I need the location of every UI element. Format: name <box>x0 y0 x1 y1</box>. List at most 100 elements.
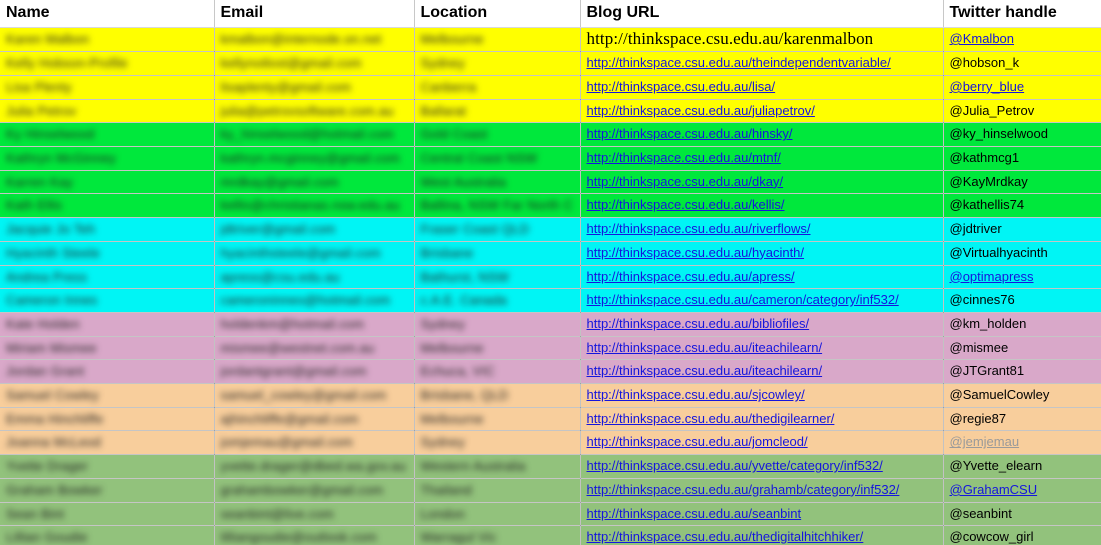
twitter-handle-link[interactable]: @SamuelCowley <box>950 387 1050 402</box>
cell-blog-url[interactable]: http://thinkspace.csu.edu.au/lisa/ <box>580 75 944 100</box>
table-row[interactable]: Jordan Grant jordantgrant@gmail.com Echuca… <box>0 359 1101 385</box>
table-row[interactable]: Kelly Hobson-Profile kellynotlost@gmail.c… <box>0 51 1101 76</box>
cell-twitter-handle[interactable]: @mismee <box>943 336 1101 361</box>
twitter-handle-link[interactable]: @regie87 <box>950 411 1007 426</box>
cell-twitter-handle[interactable]: @jemjemau <box>943 430 1101 456</box>
twitter-handle-link[interactable]: @kathmcg1 <box>950 150 1020 165</box>
cell-email[interactable]: grahambowker@gmail.com <box>214 478 415 503</box>
cell-twitter-handle[interactable]: @SamuelCowley <box>943 383 1101 408</box>
cell-blog-url[interactable]: http://thinkspace.csu.edu.au/jomcleod/ <box>580 430 944 456</box>
cell-email[interactable]: ky_hinselwood@hotmail.com <box>214 122 415 148</box>
cell-twitter-handle[interactable]: @jdtriver <box>943 217 1101 242</box>
blog-url-link[interactable]: http://thinkspace.csu.edu.au/mtnf/ <box>587 150 781 165</box>
cell-blog-url[interactable]: http://thinkspace.csu.edu.au/kellis/ <box>580 193 944 219</box>
table-row[interactable]: Miriam Mismee mismee@westnet.com.au Melbou… <box>0 336 1101 361</box>
twitter-handle-link[interactable]: @optimapress <box>950 269 1034 284</box>
cell-location[interactable]: Bathurst, NSW <box>414 265 581 290</box>
cell-email[interactable]: cameroninnes@hotmail.com <box>214 288 415 313</box>
cell-twitter-handle[interactable]: @Yvette_elearn <box>943 454 1101 479</box>
cell-email[interactable]: jordantgrant@gmail.com <box>214 359 415 385</box>
cell-location[interactable]: Melbourne <box>414 336 581 361</box>
blog-url-link[interactable]: http://thinkspace.csu.edu.au/cameron/cat… <box>587 292 899 307</box>
table-row[interactable]: Karren Kay mrdkay@gmail.com West Australia… <box>0 170 1101 195</box>
cell-twitter-handle[interactable]: @regie87 <box>943 407 1101 432</box>
cell-location[interactable]: Thailand <box>414 478 581 503</box>
cell-email[interactable]: lilliangoudie@outlook.com <box>214 525 415 545</box>
cell-email[interactable]: kathryn.mcginney@gmail.com <box>214 146 415 171</box>
blog-url-link[interactable]: http://thinkspace.csu.edu.au/riverflows/ <box>587 221 811 236</box>
twitter-handle-link[interactable]: @jdtriver <box>950 221 1002 236</box>
cell-name[interactable]: Kelly Hobson-Profile <box>0 51 215 76</box>
cell-twitter-handle[interactable]: @km_holden <box>943 312 1101 337</box>
cell-name[interactable]: Yvette Drager <box>0 454 215 479</box>
table-row[interactable]: Emma Hinchliffe ajhinchliffe@gmail.com Mel… <box>0 407 1101 432</box>
table-row[interactable]: Lisa Plenty lisaplenty@gmail.com Canberra h… <box>0 75 1101 100</box>
cell-email[interactable]: lisaplenty@gmail.com <box>214 75 415 100</box>
cell-blog-url[interactable]: http://thinkspace.csu.edu.au/karenmalbon <box>580 27 944 53</box>
cell-name[interactable]: Kathryn McGinney <box>0 146 215 171</box>
cell-email[interactable]: apress@csu.edu.au <box>214 265 415 290</box>
cell-email[interactable]: jdtriver@gmail.com <box>214 217 415 242</box>
blog-url-link[interactable]: http://thinkspace.csu.edu.au/dkay/ <box>587 174 784 189</box>
cell-location[interactable]: Warragul Vic <box>414 525 581 545</box>
cell-name[interactable]: Cameron Innes <box>0 288 215 313</box>
column-header-location[interactable]: Location <box>414 0 581 28</box>
table-row[interactable]: Julia Petrov julia@petrovsoftware.com.au B… <box>0 99 1101 124</box>
blog-url-link[interactable]: http://thinkspace.csu.edu.au/bibliofiles… <box>587 316 810 331</box>
table-row[interactable]: Samuel Cowley samuel_cowley@gmail.com Bris… <box>0 383 1101 408</box>
cell-twitter-handle[interactable]: @kathellis74 <box>943 193 1101 219</box>
cell-email[interactable]: jomjemau@gmail.com <box>214 430 415 456</box>
cell-name[interactable]: Emma Hinchliffe <box>0 407 215 432</box>
cell-blog-url[interactable]: http://thinkspace.csu.edu.au/apress/ <box>580 265 944 290</box>
cell-email[interactable]: mrdkay@gmail.com <box>214 170 415 195</box>
cell-twitter-handle[interactable]: @KayMrdkay <box>943 170 1101 195</box>
column-header-email[interactable]: Email <box>214 0 415 28</box>
cell-twitter-handle[interactable]: @Kmalbon <box>943 27 1101 53</box>
blog-url-link[interactable]: http://thinkspace.csu.edu.au/seanbint <box>587 506 802 521</box>
cell-twitter-handle[interactable]: @cowcow_girl <box>943 525 1101 545</box>
cell-location[interactable]: Sydney <box>414 51 581 76</box>
blog-url-link[interactable]: http://thinkspace.csu.edu.au/hinsky/ <box>587 126 793 141</box>
cell-email[interactable]: kmalbon@internode.on.net <box>214 27 415 53</box>
cell-twitter-handle[interactable]: @hobson_k <box>943 51 1101 76</box>
cell-name[interactable]: Kate Holden <box>0 312 215 337</box>
table-row[interactable]: Kate Holden holdenkm@hotmail.com Sydney htt… <box>0 312 1101 337</box>
cell-blog-url[interactable]: http://thinkspace.csu.edu.au/seanbint <box>580 502 944 527</box>
cell-location[interactable]: London <box>414 502 581 527</box>
cell-blog-url[interactable]: http://thinkspace.csu.edu.au/hyacinth/ <box>580 241 944 266</box>
cell-name[interactable]: Jordan Grant <box>0 359 215 385</box>
cell-email[interactable]: seanbint@live.com <box>214 502 415 527</box>
table-row[interactable]: Andrea Press apress@csu.edu.au Bathurst, N… <box>0 265 1101 290</box>
table-row[interactable]: Joanna McLeod jomjemau@gmail.com Sydney htt… <box>0 430 1101 456</box>
cell-blog-url[interactable]: http://thinkspace.csu.edu.au/riverflows/ <box>580 217 944 242</box>
twitter-handle-link[interactable]: @cinnes76 <box>950 292 1015 307</box>
blog-url-link[interactable]: http://thinkspace.csu.edu.au/apress/ <box>587 269 795 284</box>
blog-url-link[interactable]: http://thinkspace.csu.edu.au/lisa/ <box>587 79 776 94</box>
cell-twitter-handle[interactable]: @berry_blue <box>943 75 1101 100</box>
cell-blog-url[interactable]: http://thinkspace.csu.edu.au/grahamb/cat… <box>580 478 944 503</box>
cell-twitter-handle[interactable]: @Virtualhyacinth <box>943 241 1101 266</box>
cell-email[interactable]: julia@petrovsoftware.com.au <box>214 99 415 124</box>
cell-name[interactable]: Joanna McLeod <box>0 430 215 456</box>
cell-email[interactable]: yvette.drager@dbed.wa.gov.au <box>214 454 415 479</box>
cell-name[interactable]: Jacquie Jo Teh <box>0 217 215 242</box>
blog-url-link[interactable]: http://thinkspace.csu.edu.au/hyacinth/ <box>587 245 805 260</box>
cell-name[interactable]: Karen Malbon <box>0 27 215 53</box>
cell-twitter-handle[interactable]: @cinnes76 <box>943 288 1101 313</box>
twitter-handle-link[interactable]: @Kmalbon <box>950 31 1015 46</box>
table-row[interactable]: Lillian Goudie lilliangoudie@outlook.com W… <box>0 525 1101 545</box>
cell-name[interactable]: Hyacinth Steele <box>0 241 215 266</box>
cell-location[interactable]: Brisbane, QLD <box>414 383 581 408</box>
twitter-handle-link[interactable]: @KayMrdkay <box>950 174 1028 189</box>
cell-email[interactable]: ajhinchliffe@gmail.com <box>214 407 415 432</box>
cell-location[interactable]: Fraser Coast QLD <box>414 217 581 242</box>
twitter-handle-link[interactable]: @berry_blue <box>950 79 1025 94</box>
twitter-handle-link[interactable]: @cowcow_girl <box>950 529 1034 544</box>
twitter-handle-link[interactable]: @Yvette_elearn <box>950 458 1043 473</box>
cell-blog-url[interactable]: http://thinkspace.csu.edu.au/iteachilear… <box>580 359 944 385</box>
cell-twitter-handle[interactable]: @seanbint <box>943 502 1101 527</box>
table-row[interactable]: Cameron Innes cameroninnes@hotmail.com c.A… <box>0 288 1101 313</box>
twitter-handle-link[interactable]: @hobson_k <box>950 55 1020 70</box>
cell-blog-url[interactable]: http://thinkspace.csu.edu.au/thedigitalh… <box>580 525 944 545</box>
table-row[interactable]: Kathryn McGinney kathryn.mcginney@gmail.c… <box>0 146 1101 171</box>
